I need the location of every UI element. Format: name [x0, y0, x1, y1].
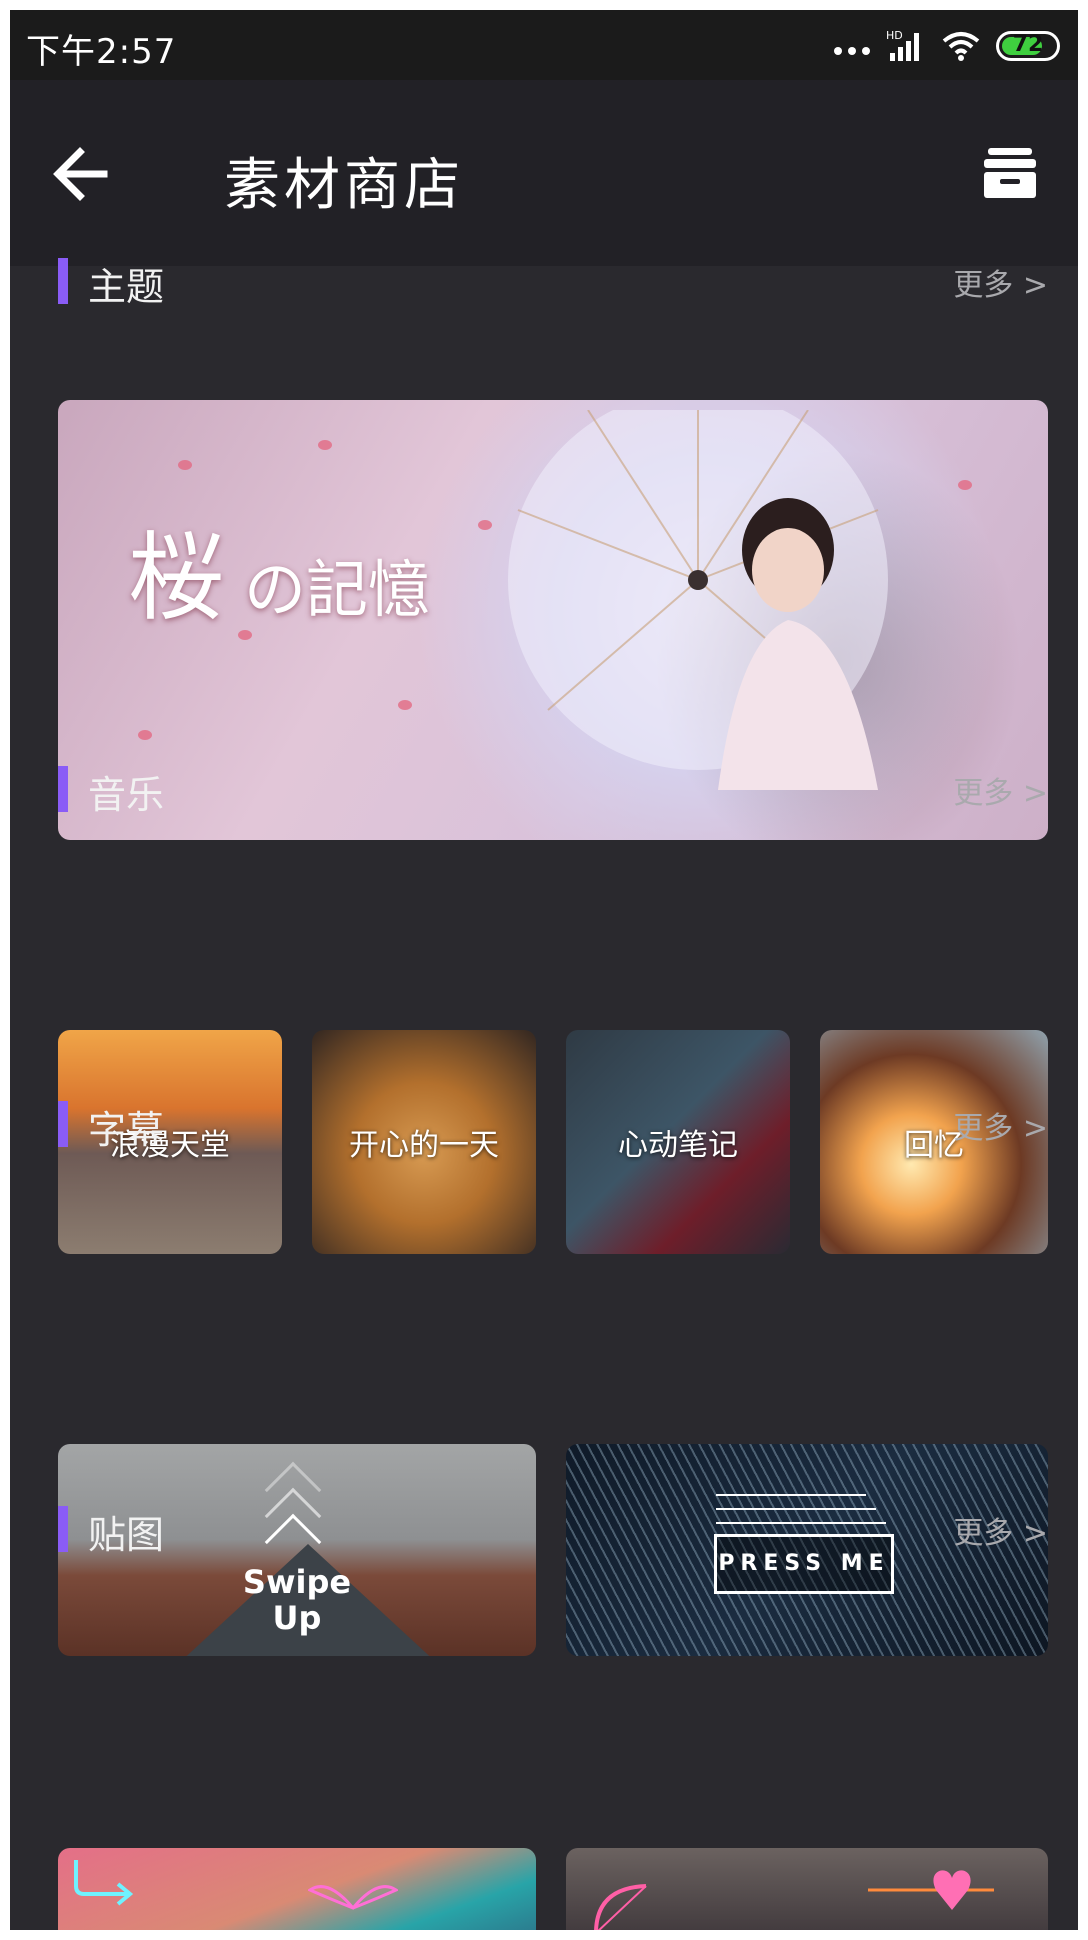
- status-icons: HD 72: [834, 26, 1060, 66]
- section-header-sticker: 贴图 更多 >: [58, 1504, 1048, 1557]
- section-header-theme: 主题 更多 >: [58, 256, 1048, 309]
- swipe-line-1: Swipe: [242, 1563, 352, 1601]
- section-accent-bar: [58, 1506, 68, 1552]
- status-bar: 下午2:57 HD 72: [10, 10, 1078, 80]
- section-accent-bar: [58, 766, 68, 812]
- section-title-subtitle: 字幕: [88, 1108, 165, 1152]
- status-time: 下午2:57: [26, 32, 177, 72]
- section-title-theme: 主题: [88, 265, 165, 309]
- decor-line: [716, 1494, 866, 1496]
- top-app-bar: 素材商店: [10, 80, 1078, 266]
- more-link-subtitle[interactable]: 更多 >: [953, 1103, 1048, 1147]
- section-header-subtitle: 字幕 更多 >: [58, 1099, 1048, 1152]
- theme-title-rest: の記憶: [244, 553, 431, 626]
- network-type: HD: [886, 29, 903, 42]
- theme-banner-title: 桜の記憶: [128, 500, 430, 639]
- downloads-box-icon[interactable]: [982, 146, 1038, 200]
- section-header-music: 音乐 更多 >: [58, 764, 1048, 817]
- more-link-theme[interactable]: 更多 >: [953, 260, 1048, 304]
- section-accent-bar: [58, 1101, 68, 1147]
- wifi-icon: [942, 32, 980, 61]
- section-title-sticker: 贴图: [88, 1513, 165, 1557]
- back-arrow-icon[interactable]: [46, 134, 126, 214]
- more-link-sticker[interactable]: 更多 >: [953, 1508, 1048, 1552]
- swipe-up-text: Swipe Up: [58, 1564, 536, 1636]
- neon-arrow-icon: [74, 1860, 134, 1906]
- section-title-music: 音乐: [88, 773, 165, 817]
- theme-title-main: 桜: [128, 522, 224, 634]
- battery-icon: 72: [996, 31, 1060, 61]
- sticker-card[interactable]: [58, 1848, 536, 1930]
- battery-level: 72: [1012, 32, 1044, 57]
- more-dots-icon: [834, 47, 870, 55]
- umbrella-illustration: [508, 410, 888, 790]
- app-screen: 下午2:57 HD 72 素材商店 主题 更多 > 桜 の記憶 音乐 更多 > …: [10, 10, 1078, 1930]
- section-accent-bar: [58, 258, 68, 304]
- cupid-bow-icon: [594, 1884, 647, 1930]
- more-link-music[interactable]: 更多 >: [953, 768, 1048, 812]
- sticker-card[interactable]: [566, 1848, 1048, 1930]
- neon-wings-icon: [308, 1885, 398, 1910]
- swipe-line-2: Up: [272, 1599, 322, 1637]
- signal-icon: HD: [886, 29, 919, 61]
- heart-arrow-icon: [868, 1870, 994, 1910]
- page-title: 素材商店: [224, 153, 464, 218]
